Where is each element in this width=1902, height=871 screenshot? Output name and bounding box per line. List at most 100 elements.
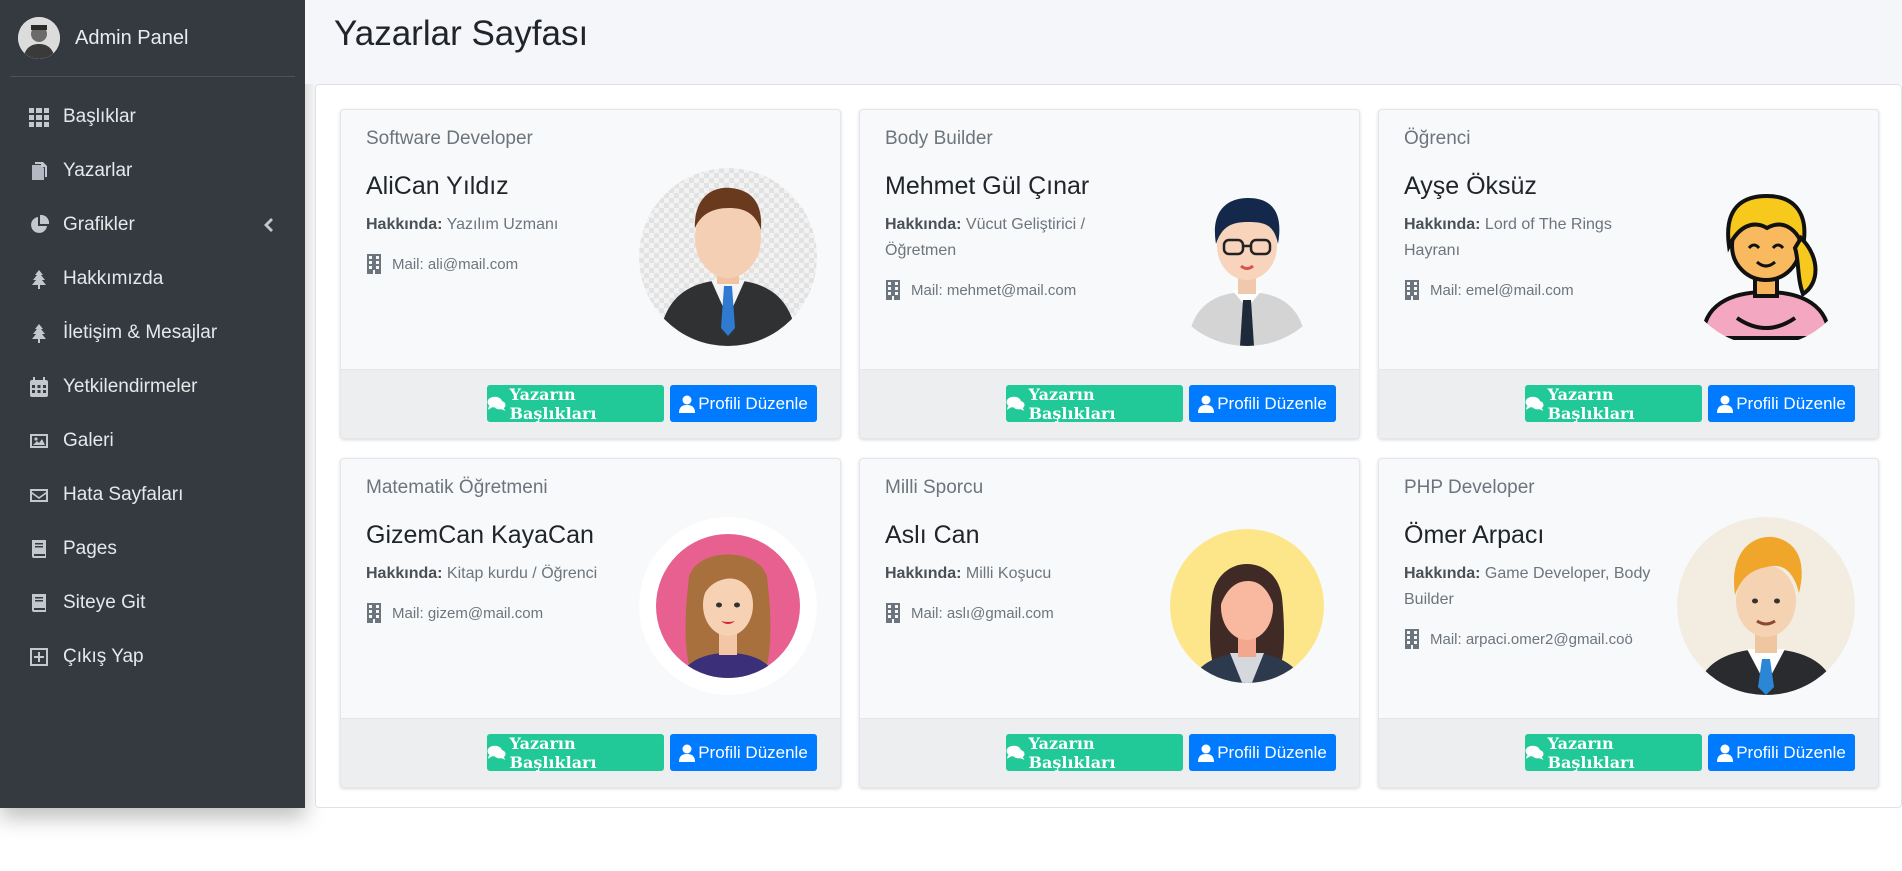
edit-profile-button[interactable]: Profili Düzenle — [1708, 734, 1855, 771]
comments-icon — [1006, 745, 1025, 760]
image-icon — [28, 430, 50, 452]
mail-text: Mail: aslı@gmail.com — [911, 604, 1054, 622]
edit-profile-label: Profili Düzenle — [698, 393, 808, 413]
brand-text: Admin Panel — [75, 26, 189, 49]
comments-icon — [1525, 396, 1544, 411]
sidebar-item-label: Çıkış Yap — [63, 646, 144, 667]
author-name: Mehmet Gül Çınar — [885, 172, 1090, 200]
book-icon — [28, 538, 50, 560]
sidebar-item-galeri[interactable]: Galeri — [0, 414, 305, 468]
edit-profile-label: Profili Düzenle — [1736, 393, 1846, 413]
about-prefix: Hakkında: — [1404, 565, 1481, 582]
sidebar-item-siteye-git[interactable]: Siteye Git — [0, 576, 305, 630]
sidebar-item-iletisim[interactable]: İletişim & Mesajlar — [0, 306, 305, 360]
edit-profile-button[interactable]: Profili Düzenle — [670, 734, 817, 771]
calendar-icon — [28, 376, 50, 398]
admin-avatar — [18, 17, 60, 59]
edit-profile-button[interactable]: Profili Düzenle — [670, 385, 817, 422]
author-titles-label: Yazarın Başlıkları — [1547, 733, 1635, 772]
author-role: Software Developer — [366, 128, 533, 149]
sidebar-item-grafikler[interactable]: Grafikler — [0, 198, 305, 252]
author-card: Body Builder Mehmet Gül Çınar Hakkında: … — [859, 109, 1360, 439]
sidebar-item-label: Hakkımızda — [63, 268, 164, 289]
sidebar-item-label: İletişim & Mesajlar — [63, 322, 218, 343]
author-titles-button[interactable]: Yazarın Başlıkları — [1006, 734, 1183, 772]
tree-icon — [28, 268, 50, 290]
sidebar: Admin Panel Başlıklar Yazarlar Grafikler… — [0, 0, 305, 808]
author-mail: Mail: emel@mail.com — [1404, 280, 1574, 300]
author-role: PHP Developer — [1404, 477, 1535, 498]
sidebar-item-label: Galeri — [63, 430, 114, 451]
comments-icon — [1525, 745, 1544, 760]
sidebar-item-label: Başlıklar — [63, 106, 136, 127]
envelope-icon — [28, 484, 50, 506]
author-card: Öğrenci Ayşe Öksüz Hakkında: Lord of The… — [1378, 109, 1879, 439]
author-titles-button[interactable]: Yazarın Başlıkları — [1525, 385, 1702, 423]
author-titles-button[interactable]: Yazarın Başlıkları — [487, 733, 664, 772]
author-name: Aslı Can — [885, 521, 980, 549]
building-icon — [366, 603, 384, 623]
author-name: AliCan Yıldız — [366, 172, 509, 200]
card-footer: Yazarın Başlıkları Profili Düzenle — [341, 369, 840, 438]
sidebar-item-cikis-yap[interactable]: Çıkış Yap — [0, 630, 305, 684]
card-footer: Yazarın Başlıkları Profili Düzenle — [860, 718, 1359, 787]
about-prefix: Hakkında: — [366, 565, 443, 582]
author-about: Hakkında: Yazılım Uzmanı — [366, 212, 616, 238]
girl-blonde-avatar — [1677, 168, 1855, 346]
edit-profile-label: Profili Düzenle — [1217, 742, 1327, 762]
author-card: Matematik Öğretmeni GizemCan KayaCan Hak… — [340, 458, 841, 788]
about-prefix: Hakkında: — [885, 216, 962, 233]
card-footer: Yazarın Başlıkları Profili Düzenle — [341, 718, 840, 787]
author-mail: Mail: mehmet@mail.com — [885, 280, 1076, 300]
about-text: Milli Koşucu — [965, 565, 1052, 582]
plus-square-icon — [28, 646, 50, 668]
mail-text: Mail: gizem@mail.com — [392, 604, 544, 622]
edit-profile-button[interactable]: Profili Düzenle — [1708, 385, 1855, 422]
sidebar-item-label: Yetkilendirmeler — [63, 376, 198, 397]
author-about: Hakkında: Game Developer, Body Builder — [1404, 561, 1654, 613]
author-role: Matematik Öğretmeni — [366, 477, 548, 498]
author-card: Software Developer AliCan Yıldız Hakkınd… — [340, 109, 841, 439]
sidebar-item-label: Grafikler — [63, 214, 135, 235]
sidebar-item-hakkimizda[interactable]: Hakkımızda — [0, 252, 305, 306]
author-titles-label: Yazarın Başlıkları — [509, 733, 597, 772]
edit-profile-label: Profili Düzenle — [1217, 393, 1327, 413]
brand-link[interactable]: Admin Panel — [10, 0, 295, 77]
author-card: PHP Developer Ömer Arpacı Hakkında: Game… — [1378, 458, 1879, 788]
building-icon — [885, 280, 903, 300]
author-mail: Mail: arpaci.omer2@gmail.coö — [1404, 629, 1633, 649]
page-title: Yazarlar Sayfası — [334, 14, 589, 53]
edit-profile-button[interactable]: Profili Düzenle — [1189, 385, 1336, 422]
user-icon — [1717, 395, 1734, 413]
mail-text: Mail: arpaci.omer2@gmail.coö — [1430, 630, 1633, 648]
author-titles-label: Yazarın Başlıkları — [1028, 384, 1116, 423]
sidebar-item-label: Yazarlar — [63, 160, 133, 181]
man-blond-avatar — [1677, 517, 1855, 695]
user-icon — [679, 395, 696, 413]
building-icon — [885, 603, 903, 623]
pie-chart-icon — [28, 214, 50, 236]
mail-text: Mail: ali@mail.com — [392, 255, 519, 273]
sidebar-item-hata-sayfalari[interactable]: Hata Sayfaları — [0, 468, 305, 522]
edit-profile-label: Profili Düzenle — [1736, 742, 1846, 762]
about-prefix: Hakkında: — [1404, 216, 1481, 233]
author-about: Hakkında: Lord of The Rings Hayranı — [1404, 212, 1654, 264]
author-titles-button[interactable]: Yazarın Başlıkları — [1006, 384, 1183, 423]
comments-icon — [487, 396, 506, 411]
author-titles-button[interactable]: Yazarın Başlıkları — [1525, 733, 1702, 772]
content-header: Yazarlar Sayfası — [305, 0, 1902, 84]
edit-profile-label: Profili Düzenle — [698, 742, 808, 762]
edit-profile-button[interactable]: Profili Düzenle — [1189, 734, 1336, 771]
building-icon — [1404, 629, 1422, 649]
copy-icon — [28, 160, 50, 182]
man-glasses-avatar — [1158, 168, 1336, 346]
sidebar-item-pages[interactable]: Pages — [0, 522, 305, 576]
sidebar-item-label: Pages — [63, 538, 117, 559]
author-titles-button[interactable]: Yazarın Başlıkları — [487, 385, 664, 423]
sidebar-item-yazarlar[interactable]: Yazarlar — [0, 144, 305, 198]
author-mail: Mail: aslı@gmail.com — [885, 603, 1054, 623]
sidebar-item-yetkilendirmeler[interactable]: Yetkilendirmeler — [0, 360, 305, 414]
sidebar-item-basliklar[interactable]: Başlıklar — [0, 90, 305, 144]
author-name: Ayşe Öksüz — [1404, 172, 1537, 200]
chevron-left-icon[interactable] — [261, 216, 275, 234]
